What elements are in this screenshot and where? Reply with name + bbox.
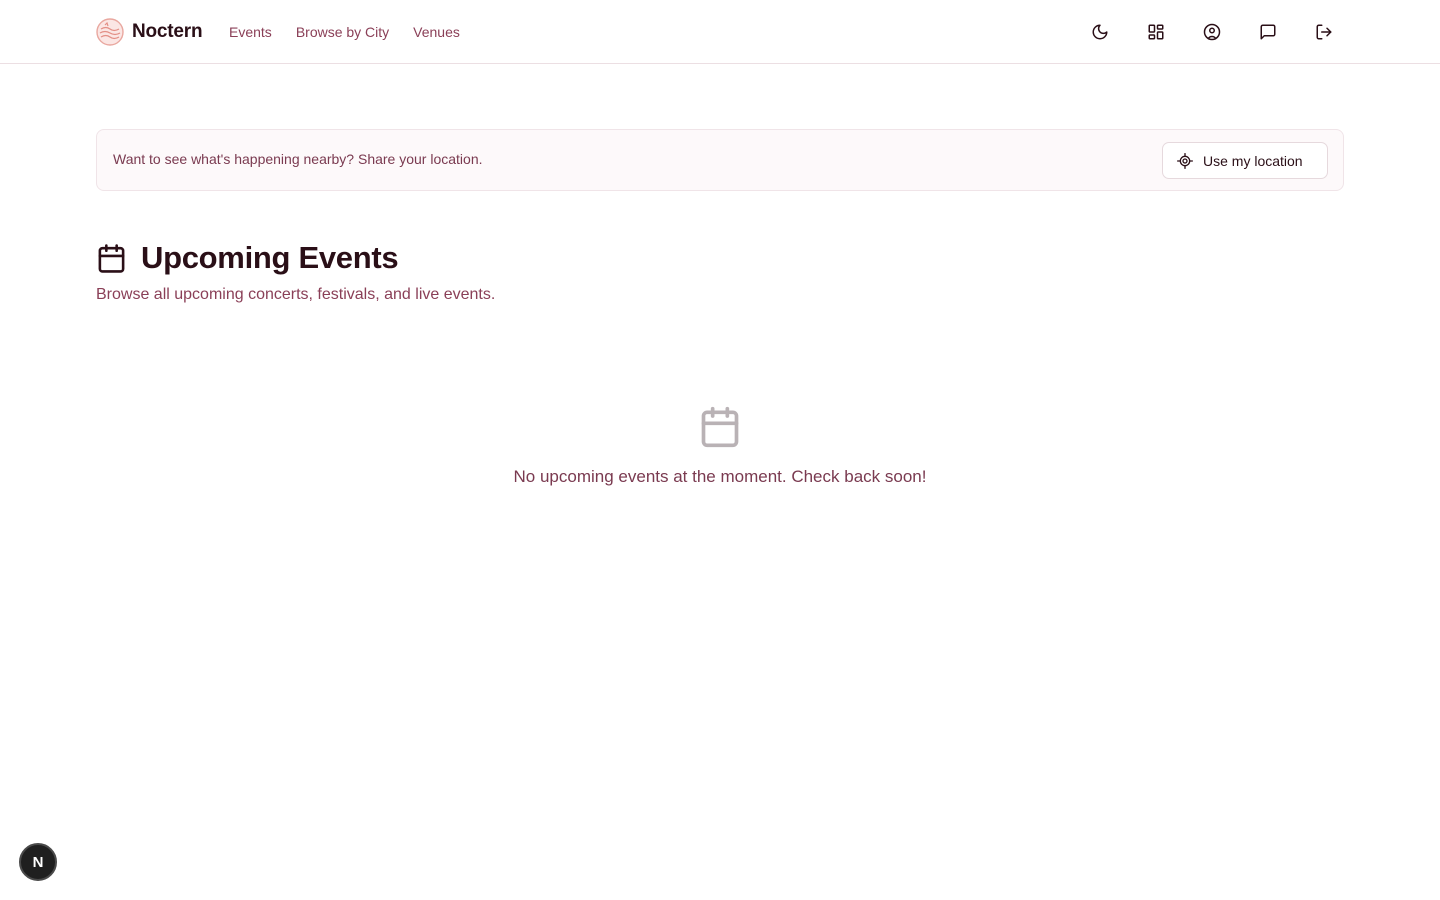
- page-heading: Upcoming Events: [141, 240, 399, 275]
- logout-icon: [1316, 24, 1332, 40]
- use-my-location-label: Use my location: [1203, 152, 1303, 169]
- chat-icon: [1260, 24, 1276, 40]
- header-actions: [1084, 16, 1340, 48]
- user-circle-icon: [1203, 23, 1221, 41]
- dev-tools-badge[interactable]: N: [19, 843, 57, 881]
- moon-icon: [1092, 24, 1108, 40]
- top-navigation-bar: Noctern Events Browse by City Venues: [0, 0, 1440, 64]
- brand-logo-icon: [96, 18, 124, 46]
- dashboard-icon: [1148, 24, 1164, 40]
- brand-name: Noctern: [132, 21, 203, 42]
- calendar-icon: [98, 243, 125, 273]
- empty-calendar-icon: [701, 406, 739, 448]
- nav-link-browse-by-city[interactable]: Browse by City: [296, 24, 389, 40]
- empty-state: No upcoming events at the moment. Check …: [0, 404, 1440, 487]
- dashboard-button[interactable]: [1140, 16, 1172, 48]
- nav-link-events[interactable]: Events: [229, 24, 272, 40]
- location-prompt-banner: Want to see what's happening nearby? Sha…: [96, 129, 1344, 191]
- locate-crosshair-icon: [1177, 152, 1193, 169]
- logout-button[interactable]: [1308, 16, 1340, 48]
- page-title: Upcoming Events: [96, 240, 399, 276]
- empty-state-message: No upcoming events at the moment. Check …: [513, 467, 927, 486]
- main-nav: Events Browse by City Venues: [229, 21, 460, 43]
- messages-button[interactable]: [1252, 16, 1284, 48]
- profile-button[interactable]: [1196, 16, 1228, 48]
- page-subtitle: Browse all upcoming concerts, festivals,…: [96, 286, 496, 303]
- use-my-location-button[interactable]: Use my location: [1162, 142, 1328, 179]
- dev-tools-badge-letter: N: [32, 853, 44, 871]
- theme-toggle-button[interactable]: [1084, 16, 1116, 48]
- brand-home-link[interactable]: Noctern: [96, 17, 203, 47]
- location-prompt-text: Want to see what's happening nearby? Sha…: [113, 151, 483, 167]
- nav-link-venues[interactable]: Venues: [413, 24, 460, 40]
